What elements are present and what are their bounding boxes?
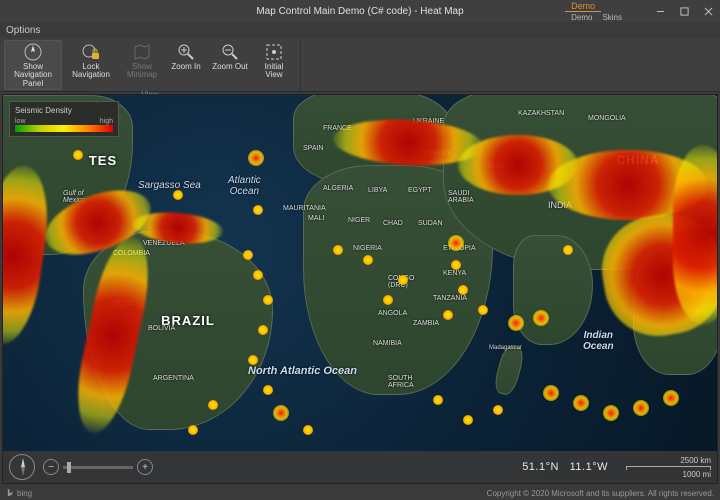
latitude-value: 51.1°N <box>522 461 559 473</box>
zoom-out-icon <box>220 42 240 62</box>
label-sargasso: Sargasso Sea <box>138 180 201 191</box>
compass-icon <box>23 42 43 62</box>
scale-mi: 1000 mi <box>626 470 711 479</box>
zoom-in-icon <box>176 42 196 62</box>
ribbon: Show Navigation Panel Lock Navigation Sh… <box>0 38 720 92</box>
show-navigation-panel-button[interactable]: Show Navigation Panel <box>4 40 62 90</box>
bing-logo-icon <box>6 488 15 499</box>
legend-low: low <box>15 118 26 125</box>
zoom-control: − + <box>43 459 153 475</box>
minimap-icon <box>132 42 152 62</box>
scale-km: 2500 km <box>626 456 711 465</box>
legend-panel: Seismic Density low high <box>9 101 119 137</box>
zoom-in-round-button[interactable]: + <box>137 459 153 475</box>
bing-attribution: bing <box>6 488 32 499</box>
copyright-text: Copyright © 2020 Microsoft and its suppl… <box>487 489 714 498</box>
legend-high: high <box>100 118 113 125</box>
initial-view-button[interactable]: Initial View <box>252 40 296 90</box>
title-bar: Map Control Main Demo (C# code) - Heat M… <box>0 0 720 22</box>
label-n-atlantic: North Atlantic Ocean <box>248 365 357 377</box>
label-china: CHINA <box>603 150 673 170</box>
menu-options[interactable]: Options <box>6 25 40 36</box>
map-viewport[interactable]: BRAZIL CHINA TES Sargasso Sea Atlantic O… <box>2 94 718 484</box>
initial-view-icon <box>264 42 284 62</box>
map-background: BRAZIL CHINA TES Sargasso Sea Atlantic O… <box>3 95 717 483</box>
app-window: Map Control Main Demo (C# code) - Heat M… <box>0 0 720 500</box>
lock-globe-icon <box>81 42 101 62</box>
window-title: Map Control Main Demo (C# code) - Heat M… <box>0 6 720 17</box>
coordinates-readout: 51.1°N 11.1°W <box>522 461 608 473</box>
label-gulf-mexico: Gulf of Mexico <box>63 190 85 204</box>
zoom-out-round-button[interactable]: − <box>43 459 59 475</box>
longitude-value: 11.1°W <box>570 461 608 473</box>
zoom-out-button[interactable]: Zoom Out <box>208 40 252 90</box>
label-tes: TES <box>73 150 133 170</box>
footer-bar: bing Copyright © 2020 Microsoft and its … <box>0 486 720 500</box>
menu-bar: Options <box>0 22 720 38</box>
zoom-slider[interactable] <box>63 466 133 469</box>
zoom-in-button[interactable]: Zoom In <box>164 40 208 90</box>
label-indian: Indian Ocean <box>583 330 614 352</box>
lock-navigation-button[interactable]: Lock Navigation <box>62 40 120 90</box>
legend-gradient <box>15 125 113 132</box>
bing-label: bing <box>17 489 32 498</box>
show-minimap-button[interactable]: Show Minimap <box>120 40 164 90</box>
compass-control[interactable] <box>9 454 35 480</box>
legend-title: Seismic Density <box>15 106 113 115</box>
map-navigation-panel: − + 51.1°N 11.1°W 2500 km 1000 mi <box>3 451 717 483</box>
scale-bar: 2500 km 1000 mi <box>626 456 711 479</box>
ribbon-group-view: Show Navigation Panel Lock Navigation Sh… <box>0 38 301 91</box>
label-atlantic: Atlantic Ocean <box>228 175 261 197</box>
